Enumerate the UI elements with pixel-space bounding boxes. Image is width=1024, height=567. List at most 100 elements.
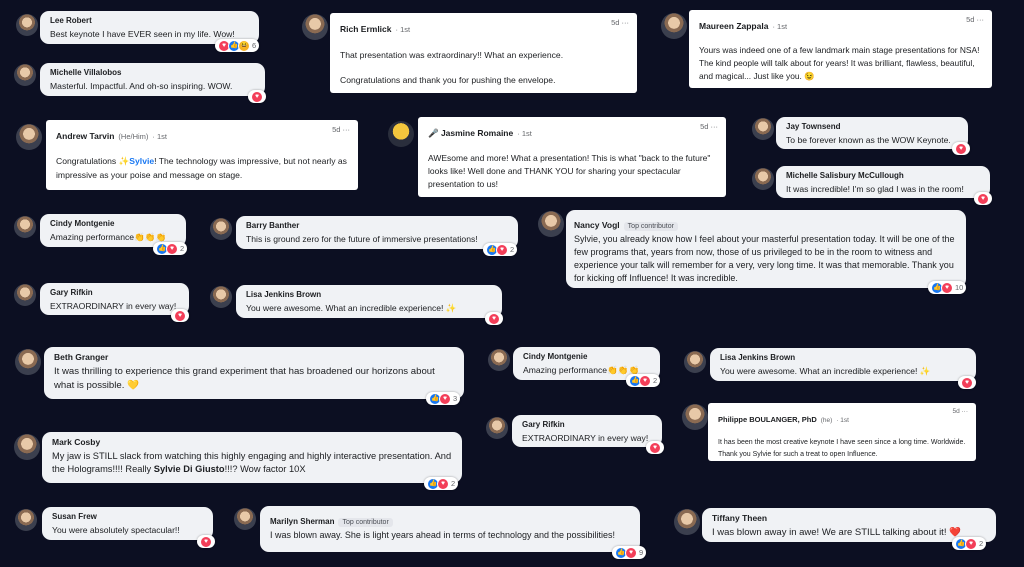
commenter-name[interactable]: Mark Cosby <box>52 437 452 447</box>
avatar[interactable] <box>16 14 38 36</box>
comment-card: 🎤 Jasmine Romaine · 1st 5d ··· AWEsome an… <box>418 117 726 197</box>
avatar[interactable] <box>302 14 328 40</box>
commenter-name[interactable]: Gary Rifkin <box>50 288 179 297</box>
commenter-name[interactable]: Tiffany Theen <box>712 513 986 523</box>
comment-bubble: Gary Rifkin EXTRAORDINARY in every way! <box>512 415 662 447</box>
reaction-summary[interactable]: ♥ <box>646 441 664 454</box>
mention-link[interactable]: Sylvie <box>129 156 154 166</box>
more-options-icon[interactable]: ··· <box>962 408 969 415</box>
avatar[interactable] <box>14 284 36 306</box>
comment-text: Congratulations ✨Sylvie! The technology … <box>56 156 347 180</box>
post-age: 5d ··· <box>952 408 968 415</box>
comment-bubble: Michelle Salisbury McCullough It was inc… <box>776 166 990 198</box>
avatar[interactable] <box>388 121 414 147</box>
avatar[interactable] <box>210 286 232 308</box>
more-options-icon[interactable]: ··· <box>622 18 630 27</box>
commenter-name[interactable]: Cindy Montgenie <box>50 219 176 228</box>
avatar[interactable] <box>674 509 700 535</box>
commenter-name[interactable]: Marilyn Sherman <box>270 517 334 526</box>
avatar[interactable] <box>752 168 774 190</box>
avatar[interactable] <box>752 118 774 140</box>
reaction-summary[interactable]: ♥ 👍 😆 6 <box>215 39 260 52</box>
commenter-name[interactable]: Susan Frew <box>52 512 203 521</box>
commenter-name[interactable]: Andrew Tarvin <box>56 131 114 141</box>
more-options-icon[interactable]: ··· <box>343 125 351 134</box>
comment-text: Congratulations and thank you for pushin… <box>340 75 556 85</box>
reaction-summary[interactable]: 👍 ♥ 3 <box>426 392 461 405</box>
comment-text: To be forever known as the WOW Keynote. <box>786 135 951 145</box>
commenter-name[interactable]: Beth Granger <box>54 352 454 362</box>
commenter-name[interactable]: Rich Ermlick <box>340 24 392 34</box>
avatar[interactable] <box>661 13 687 39</box>
commenter-name[interactable]: 🎤 Jasmine Romaine <box>428 128 513 139</box>
post-age: 5d ··· <box>332 125 350 134</box>
reaction-summary[interactable]: ♥ <box>958 376 976 389</box>
avatar[interactable] <box>15 349 41 375</box>
reaction-count: 10 <box>955 283 964 292</box>
reaction-summary[interactable]: 👍 ♥ 2 <box>952 537 987 550</box>
commenter-name[interactable]: Michelle Salisbury McCullough <box>786 171 980 180</box>
love-reaction-icon: ♥ <box>965 537 977 550</box>
commenter-name[interactable]: Lisa Jenkins Brown <box>720 353 966 362</box>
avatar[interactable] <box>486 417 508 439</box>
reaction-count: 2 <box>180 244 185 253</box>
commenter-name[interactable]: Nancy Vogl <box>574 220 620 230</box>
reaction-summary[interactable]: ♥ <box>171 309 189 322</box>
commenter-name[interactable]: Barry Banther <box>246 221 508 230</box>
avatar[interactable] <box>210 218 232 240</box>
reaction-summary[interactable]: ♥ <box>485 312 503 325</box>
reaction-count: 6 <box>252 41 257 50</box>
connection-degree: · 1st <box>517 129 532 138</box>
reaction-summary[interactable]: 👍 ♥ 2 <box>483 243 518 256</box>
avatar[interactable] <box>682 404 708 430</box>
comment-bubble: Nancy Vogl Top contributor Sylvie, you al… <box>566 210 966 288</box>
commenter-name[interactable]: Lee Robert <box>50 16 249 25</box>
avatar[interactable] <box>14 64 36 86</box>
commenter-name[interactable]: Michelle Villalobos <box>50 68 255 77</box>
commenter-name[interactable]: Gary Rifkin <box>522 420 652 429</box>
comment-bubble: Beth Granger It was thrilling to experie… <box>44 347 464 399</box>
connection-degree: · 1st <box>395 25 411 34</box>
more-options-icon[interactable]: ··· <box>711 122 719 131</box>
avatar[interactable] <box>14 216 36 238</box>
love-reaction-icon: ♥ <box>625 546 637 559</box>
love-reaction-icon: ♥ <box>941 281 953 294</box>
love-reaction-icon: ♥ <box>955 142 967 155</box>
more-options-icon[interactable]: ··· <box>977 15 985 24</box>
pronouns: (He/Him) <box>118 132 149 141</box>
connection-degree: · 1st <box>152 132 168 141</box>
avatar[interactable] <box>14 434 40 460</box>
reaction-summary[interactable]: 👍 ♥ 10 <box>928 281 967 294</box>
reaction-summary[interactable]: 👍 ♥ 2 <box>424 477 459 490</box>
avatar[interactable] <box>15 509 37 531</box>
commenter-name[interactable]: Philippe BOULANGER, PhD <box>718 415 817 424</box>
love-reaction-icon: ♥ <box>961 376 973 389</box>
post-age: 5d ··· <box>700 122 718 131</box>
reaction-summary[interactable]: ♥ <box>952 142 970 155</box>
commenter-name[interactable]: Jay Townsend <box>786 122 958 131</box>
reaction-summary[interactable]: ♥ <box>248 90 266 103</box>
avatar[interactable] <box>488 349 510 371</box>
comment-bubble: Gary Rifkin EXTRAORDINARY in every way! <box>40 283 189 315</box>
comment-bubble: Lisa Jenkins Brown You were awesome. Wha… <box>236 285 502 318</box>
love-reaction-icon: ♥ <box>488 312 500 325</box>
post-age: 5d ··· <box>611 18 629 27</box>
comment-text: Masterful. Impactful. And oh-so inspirin… <box>50 81 233 91</box>
comment-text: I was blown away. She is light years ahe… <box>270 530 616 540</box>
avatar[interactable] <box>684 351 706 373</box>
commenter-name[interactable]: Maureen Zappala <box>699 21 768 31</box>
reaction-summary[interactable]: 👍 ♥ 2 <box>626 374 661 387</box>
reaction-summary[interactable]: ♥ <box>974 192 992 205</box>
commenter-name[interactable]: Lisa Jenkins Brown <box>246 290 492 299</box>
reaction-summary[interactable]: 👍 ♥ 2 <box>153 242 188 255</box>
commenter-name[interactable]: Cindy Montgenie <box>523 352 650 361</box>
reaction-summary[interactable]: 👍 ♥ 9 <box>612 546 647 559</box>
avatar[interactable] <box>234 508 256 530</box>
reaction-summary[interactable]: ♥ <box>197 535 215 548</box>
comment-text: My jaw is STILL slack from watching this… <box>52 451 452 474</box>
top-contributor-badge: Top contributor <box>623 222 678 231</box>
comment-bubble: Mark Cosby My jaw is STILL slack from wa… <box>42 432 462 483</box>
avatar[interactable] <box>16 124 42 150</box>
reaction-count: 2 <box>510 245 515 254</box>
avatar[interactable] <box>538 211 564 237</box>
